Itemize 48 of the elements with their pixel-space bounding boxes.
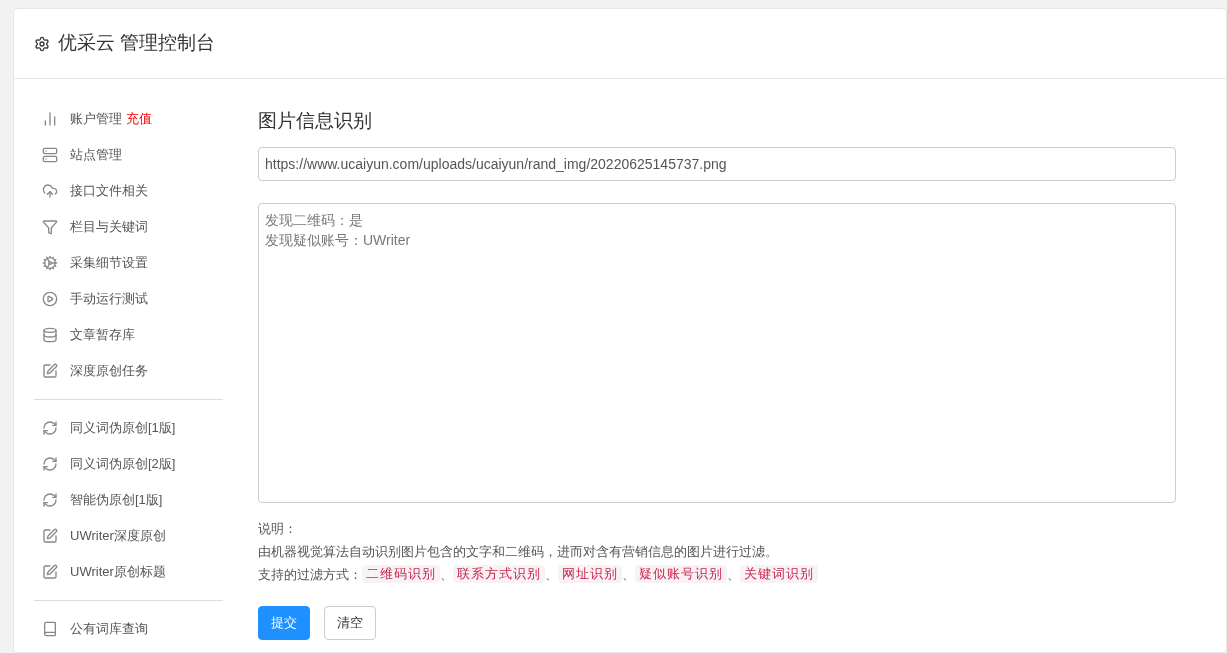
sidebar-item[interactable]: 账户管理 充值 xyxy=(34,101,223,137)
sidebar-item[interactable]: 采集细节设置 xyxy=(34,245,223,281)
sidebar-item[interactable]: 深度原创任务 xyxy=(34,353,223,389)
separator: 、 xyxy=(727,565,740,584)
book-icon xyxy=(42,621,58,637)
filter-tag: 疑似账号识别 xyxy=(635,565,727,583)
server-icon xyxy=(42,147,58,163)
filter-tag: 联系方式识别 xyxy=(453,565,545,583)
filter-tag: 网址识别 xyxy=(558,565,622,583)
play-icon xyxy=(42,291,58,307)
separator: 、 xyxy=(545,565,558,584)
cloud-upload-icon xyxy=(42,183,58,199)
notes-description: 由机器视觉算法自动识别图片包含的文字和二维码，进而对含有营销信息的图片进行过滤。 xyxy=(258,542,779,561)
settings-icon xyxy=(34,35,50,52)
result-line: 发现疑似账号：UWriter xyxy=(265,230,412,250)
clear-button[interactable]: 清空 xyxy=(324,605,376,640)
edit-icon xyxy=(42,564,58,580)
separator: 、 xyxy=(622,565,635,584)
sidebar-item[interactable]: 智能伪原创[1版] xyxy=(34,482,223,518)
sidebar-item[interactable]: UWriter原创标题 xyxy=(34,554,223,590)
sidebar-item[interactable]: 栏目与关键词 xyxy=(34,209,223,245)
database-icon xyxy=(42,327,58,343)
sidebar-item[interactable]: 接口文件相关 xyxy=(34,173,223,209)
filter-tag: 二维码识别 xyxy=(362,565,440,583)
section-title: 图片信息识别 xyxy=(258,109,373,133)
filter-icon xyxy=(42,219,58,235)
sidebar-item[interactable]: 同义词伪原创[1版] xyxy=(34,410,223,446)
notes-heading: 说明： xyxy=(258,519,298,538)
separator: 、 xyxy=(440,565,453,584)
bar-chart-icon xyxy=(42,111,58,127)
console-title: 优采云 管理控制台 xyxy=(58,31,216,56)
recharge-label: 充值 xyxy=(126,110,152,129)
edit-icon xyxy=(42,528,58,544)
filter-tag: 关键词识别 xyxy=(740,565,818,583)
refresh-icon xyxy=(42,420,58,436)
result-line: 发现二维码：是 xyxy=(265,210,364,230)
refresh-icon xyxy=(42,492,58,508)
sidebar-item[interactable]: 站点管理 xyxy=(34,137,223,173)
filters-label: 支持的过滤方式： xyxy=(258,565,362,584)
result-text-area[interactable]: 发现二维码：是 发现疑似账号：UWriter xyxy=(258,202,1176,503)
sidebar-item[interactable]: UWriter深度原创 xyxy=(34,518,223,554)
refresh-icon xyxy=(42,456,58,472)
sidebar-item[interactable]: 同义词伪原创[2版] xyxy=(34,446,223,482)
url-input-field[interactable]: https://www.ucaiyun.com/uploads/ucaiyun/rand_img/20220625145737.png xyxy=(258,146,1176,181)
sidebar-item[interactable]: 公有词库查询 xyxy=(34,611,223,647)
sidebar-item[interactable]: 手动运行测试 xyxy=(34,281,223,317)
sidebar-item[interactable]: 文章暂存库 xyxy=(34,317,223,353)
edit-icon xyxy=(42,363,58,379)
